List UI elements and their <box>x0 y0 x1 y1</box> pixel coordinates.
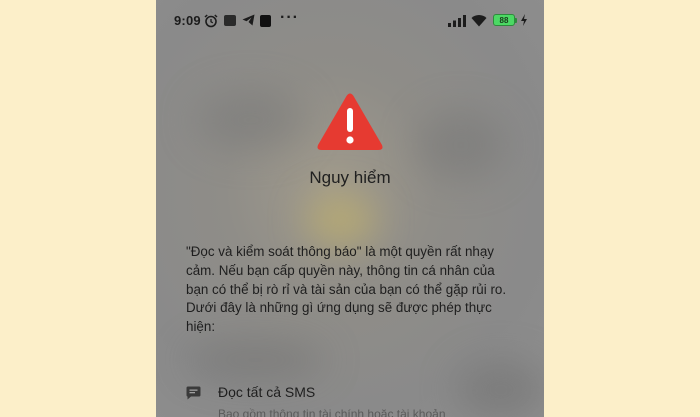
permission-item-read-sms: Đọc tất cả SMS Bao gồm thông tin tài chí… <box>186 382 526 417</box>
page-background: 9:09 ··· 88 Nguy hiểm "Đọc và kiểm soát … <box>0 0 700 417</box>
blurred-background-spot <box>186 340 326 380</box>
dialog-message: "Đọc và kiểm soát thông báo" là một quyề… <box>186 244 507 335</box>
phone-screen: 9:09 ··· 88 Nguy hiểm "Đọc và kiểm soát … <box>156 0 544 417</box>
wifi-icon <box>471 15 487 27</box>
charge-icon <box>521 14 527 26</box>
battery-icon: 88 <box>493 14 515 26</box>
status-time: 9:09 <box>174 13 201 28</box>
status-bar: 9:09 ··· 88 <box>156 0 544 42</box>
tiktok-icon <box>260 15 271 27</box>
alarm-icon <box>204 14 218 28</box>
warning-triangle-icon <box>317 93 383 150</box>
blurred-background-spot <box>306 195 376 245</box>
sms-icon <box>186 386 201 400</box>
battery-tip <box>515 18 517 23</box>
permission-description: Bao gồm thông tin tài chính hoặc tài kho… <box>218 407 446 417</box>
blurred-background-spot <box>196 90 306 150</box>
permission-title: Đọc tất cả SMS <box>218 384 316 400</box>
app-icon <box>224 15 236 26</box>
telegram-icon <box>242 14 255 26</box>
dialog-title: Nguy hiểm <box>309 168 391 187</box>
more-notifications-icon: ··· <box>280 9 299 26</box>
signal-icon <box>448 15 466 27</box>
